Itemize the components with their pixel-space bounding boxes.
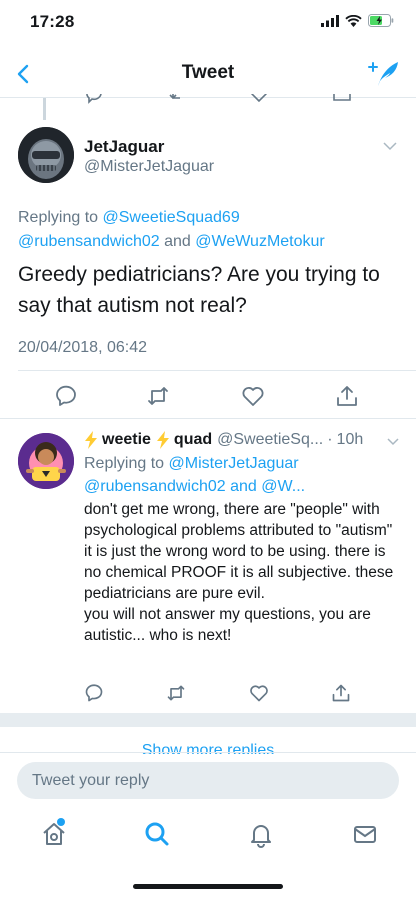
tweet-text: Greedy pediatricians? Are you trying to … — [18, 263, 380, 317]
like-icon — [242, 387, 264, 406]
section-gap — [0, 713, 416, 727]
lightning-emoji-icon — [156, 431, 170, 449]
separator: · — [327, 431, 333, 448]
reply-input[interactable]: Tweet your reply — [17, 762, 399, 799]
reply-icon — [85, 684, 103, 702]
like-button[interactable] — [241, 384, 265, 408]
reply-icon[interactable] — [84, 94, 104, 104]
retweet-button[interactable] — [166, 683, 186, 703]
retweet-icon — [148, 387, 168, 405]
author-handle[interactable]: @MisterJetJaguar — [84, 158, 214, 176]
divider — [0, 418, 416, 419]
battery-icon — [368, 14, 394, 27]
author-name-part: quad — [173, 431, 213, 448]
mention-link[interactable]: @SweetieSquad69 — [103, 209, 240, 226]
reply-header[interactable]: weetie quad @SweetieSq... · 10h — [84, 431, 404, 449]
new-content-badge — [57, 818, 65, 826]
share-button[interactable] — [335, 384, 359, 408]
share-icon — [337, 386, 357, 406]
tab-messages[interactable] — [351, 820, 379, 848]
time-ago: 10h — [336, 431, 364, 448]
author-name[interactable]: JetJaguar — [84, 137, 164, 157]
tweet-options-button[interactable] — [386, 436, 400, 447]
mention-link[interactable]: @WeWuzMetokur — [195, 233, 324, 250]
tab-notifications[interactable] — [247, 820, 275, 848]
signal-icon — [321, 14, 339, 27]
mention-link[interactable]: @rubensandwich02 — [18, 233, 160, 250]
avatar[interactable] — [18, 127, 74, 183]
lightning-emoji-icon — [84, 431, 98, 449]
replying-to: Replying to @MisterJetJaguar @rubensandw… — [84, 452, 404, 498]
retweet-icon[interactable] — [168, 94, 188, 104]
mention-link[interactable]: @rubensandwich02 — [84, 478, 226, 495]
thread-connector-line — [43, 98, 46, 120]
share-button[interactable] — [331, 683, 351, 703]
page-title: Tweet — [181, 62, 235, 83]
reply-icon — [56, 385, 76, 406]
replying-and: and — [230, 478, 257, 495]
retweet-icon — [167, 685, 185, 701]
like-button[interactable] — [249, 683, 269, 703]
author-name-part: weetie — [102, 431, 151, 448]
replying-to: Replying to @SweetieSquad69 @rubensandwi… — [18, 206, 408, 254]
reply-button[interactable] — [84, 683, 104, 703]
chevron-down-icon — [387, 438, 399, 446]
tweet-text: don't get me wrong, there are "people" w… — [84, 501, 394, 644]
retweet-button[interactable] — [146, 384, 170, 408]
like-icon[interactable] — [249, 94, 269, 104]
wifi-icon — [345, 14, 362, 27]
replying-and: and — [164, 233, 191, 250]
notifications-icon — [251, 825, 271, 848]
home-indicator — [133, 884, 283, 889]
like-icon — [250, 685, 268, 702]
avatar[interactable] — [18, 433, 74, 489]
share-icon[interactable] — [332, 94, 352, 104]
tab-search[interactable] — [143, 820, 171, 848]
tweet-timestamp: 20/04/2018, 06:42 — [18, 339, 148, 356]
reply-button[interactable] — [54, 384, 78, 408]
author-handle: @SweetieSq... — [217, 431, 324, 448]
divider — [18, 370, 416, 371]
compose-tweet-button[interactable] — [368, 58, 402, 90]
replying-prefix: Replying to — [18, 209, 99, 226]
share-icon — [332, 684, 350, 702]
replying-prefix: Replying to — [84, 455, 165, 472]
nav-divider — [0, 97, 416, 98]
chevron-down-icon — [383, 142, 397, 151]
status-time: 17:28 — [30, 12, 75, 31]
messages-icon — [354, 826, 376, 843]
tweet-options-button[interactable] — [382, 140, 398, 152]
search-icon — [145, 822, 169, 846]
divider — [0, 752, 416, 753]
mention-link[interactable]: @W... — [261, 478, 305, 495]
status-icons — [321, 14, 394, 27]
mention-link[interactable]: @MisterJetJaguar — [169, 455, 299, 472]
compose-feather-icon — [368, 62, 398, 86]
